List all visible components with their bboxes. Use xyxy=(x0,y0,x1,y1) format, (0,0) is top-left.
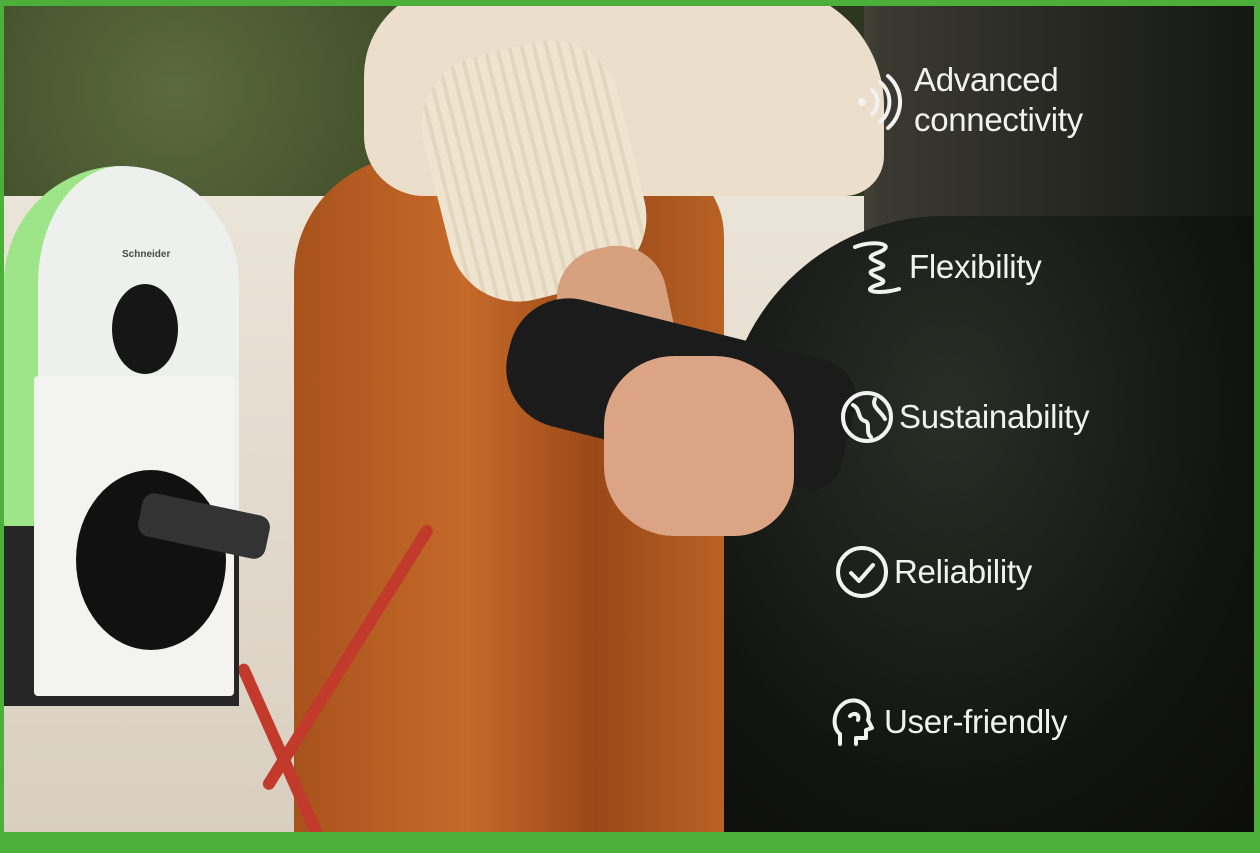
feature-label: Reliability xyxy=(894,553,1032,591)
feature-flexibility: Flexibility xyxy=(845,235,1042,299)
charger-brand-logo: Schneider xyxy=(122,249,171,260)
feature-label: User-friendly xyxy=(884,703,1068,741)
green-border-frame: Schneider Advanced connectivity Flexibil… xyxy=(0,0,1260,853)
charger-indicator xyxy=(112,284,178,374)
feature-label: Advanced connectivity xyxy=(914,61,1083,138)
user-head-icon xyxy=(820,690,884,754)
spring-coil-icon xyxy=(845,235,909,299)
wireless-signal-icon xyxy=(850,68,914,132)
check-circle-icon xyxy=(830,540,894,604)
person-hand xyxy=(604,356,794,536)
feature-advanced-connectivity: Advanced connectivity xyxy=(850,60,1083,139)
feature-label: Sustainability xyxy=(899,398,1090,436)
feature-reliability: Reliability xyxy=(830,540,1032,604)
feature-label: Flexibility xyxy=(909,248,1042,286)
feature-list: Advanced connectivity Flexibility Sustai… xyxy=(820,55,1240,775)
globe-leaf-icon xyxy=(835,385,899,449)
feature-user-friendly: User-friendly xyxy=(820,690,1067,754)
feature-sustainability: Sustainability xyxy=(835,385,1090,449)
